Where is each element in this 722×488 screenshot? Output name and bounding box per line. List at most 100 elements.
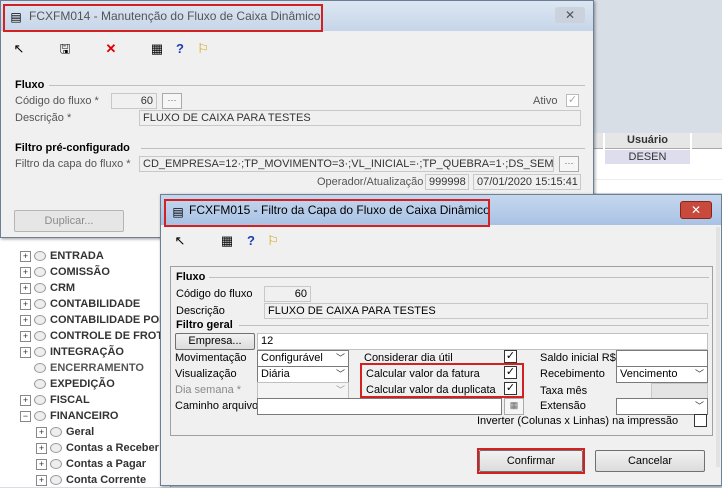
tree-item-label: Contas a Pagar	[66, 458, 147, 470]
tree-node-icon	[50, 443, 62, 454]
tree-item[interactable]: + Contas a Pagar	[36, 456, 146, 472]
taxa-label: Taxa mês	[540, 385, 588, 397]
descricao-label: Descrição	[176, 305, 225, 317]
tree-item[interactable]: + Geral	[36, 424, 94, 440]
expand-icon[interactable]: +	[20, 250, 31, 262]
collapse-icon[interactable]: −	[20, 410, 31, 422]
tree-node-icon	[34, 283, 46, 294]
recebimento-select[interactable]: Vencimento ﹀	[616, 366, 708, 383]
atualizacao-field[interactable]: 07/01/2020 15:15:41	[473, 174, 581, 190]
visualizacao-label: Visualização	[175, 368, 237, 380]
arrow-icon[interactable]: ↖	[172, 233, 188, 249]
inverter-label: Inverter (Colunas x Linhas) na impressão	[477, 415, 679, 427]
tree-item[interactable]: + Contas a Receber	[36, 440, 159, 456]
grid-header-usuario[interactable]: Usuário	[605, 133, 690, 149]
delete-icon[interactable]: ✕	[103, 41, 119, 57]
expand-icon[interactable]: +	[20, 314, 31, 326]
help-icon[interactable]: ?	[243, 233, 259, 249]
tree-node-icon	[50, 459, 62, 470]
visualizacao-select[interactable]: Diária ﹀	[257, 366, 349, 383]
duplicar-button[interactable]: Duplicar...	[14, 210, 124, 232]
tree-node-icon	[34, 331, 46, 342]
arrow-icon[interactable]: ↖	[11, 41, 27, 57]
help-icon[interactable]: ?	[172, 41, 188, 57]
ativo-checkbox[interactable]: ✓	[566, 94, 579, 107]
save-icon[interactable]: 🖫	[57, 41, 73, 57]
tree-node-icon	[50, 475, 62, 486]
tree-item[interactable]: + Conta Corrente	[36, 472, 146, 488]
expand-icon[interactable]: +	[20, 330, 31, 342]
movimentacao-select[interactable]: Configurável ﹀	[257, 350, 349, 367]
cancelar-button[interactable]: Cancelar	[595, 450, 705, 472]
tree-item[interactable]: + CONTABILIDADE	[20, 296, 140, 312]
tree-item[interactable]: EXPEDIÇÃO	[20, 376, 115, 392]
grid-cell-usuario[interactable]: DESEN	[605, 150, 690, 164]
expand-icon[interactable]: +	[20, 298, 31, 310]
caminho-field[interactable]	[257, 398, 502, 415]
tree-item[interactable]: + ENTRADA	[20, 248, 104, 264]
visualizacao-value: Diária	[261, 368, 290, 380]
tree-item[interactable]: + CONTABILIDADE POR	[20, 312, 167, 328]
extensao-select[interactable]: ﹀	[616, 398, 708, 415]
exit-icon[interactable]: ⚐	[195, 41, 211, 57]
filtro-lookup-button[interactable]: ⋯	[559, 156, 579, 172]
tree-item[interactable]: + FISCAL	[20, 392, 90, 408]
operador-field[interactable]: 999998	[425, 174, 469, 190]
taxa-field[interactable]	[651, 383, 708, 399]
tree-item[interactable]: + INTEGRAÇÃO	[20, 344, 124, 360]
inverter-checkbox[interactable]	[694, 414, 707, 427]
grid-header-extra	[692, 133, 722, 149]
lookup-button[interactable]: ⋯	[162, 93, 182, 109]
empresa-field[interactable]: 12	[257, 333, 708, 350]
tree-item[interactable]: − FINANCEIRO	[20, 408, 118, 424]
tree-item-label: CONTROLE DE FROTA	[50, 330, 171, 342]
codigo-label: Código do fluxo *	[15, 95, 99, 107]
background-grid: Usuário DESEN	[593, 133, 722, 195]
tree-item-label: EXPEDIÇÃO	[50, 378, 115, 390]
expand-icon[interactable]: +	[20, 282, 31, 294]
title-highlight	[164, 199, 490, 227]
movimentacao-label: Movimentação	[175, 352, 247, 364]
considerar-checkbox[interactable]: ✓	[504, 350, 517, 363]
dia-semana-label: Dia semana *	[175, 384, 242, 396]
descricao-field[interactable]: FLUXO DE CAIXA PARA TESTES	[139, 110, 581, 126]
tree-item[interactable]: + COMISSÃO	[20, 264, 110, 280]
fluxo-group-title: Fluxo	[15, 79, 45, 91]
expand-icon[interactable]: +	[36, 474, 47, 486]
operador-label: Operador/Atualização	[317, 176, 424, 188]
chevron-down-icon: ﹀	[335, 369, 345, 379]
codigo-field[interactable]: 60	[264, 286, 311, 302]
window-fcxfm015: ▤ FCXFM015 - Filtro da Capa do Fluxo de …	[160, 194, 722, 486]
divider	[49, 85, 585, 86]
expand-icon	[20, 363, 31, 374]
tree-item[interactable]: + CRM	[20, 280, 75, 296]
tree-item-label: ENTRADA	[50, 250, 104, 262]
expand-icon[interactable]: +	[20, 394, 31, 406]
expand-icon[interactable]: +	[36, 458, 47, 470]
empresa-button[interactable]: Empresa...	[175, 333, 255, 350]
saldo-field[interactable]	[616, 350, 708, 367]
dia-semana-select[interactable]: ﹀	[257, 382, 349, 399]
tree-item[interactable]: ENCERRAMENTO	[20, 360, 144, 376]
expand-icon[interactable]: +	[36, 442, 47, 454]
confirmar-highlight	[477, 448, 585, 474]
calculator-icon[interactable]: ▦	[219, 233, 235, 249]
expand-icon[interactable]: +	[36, 426, 47, 438]
scrollbar[interactable]	[716, 227, 720, 467]
exit-icon[interactable]: ⚐	[265, 233, 281, 249]
expand-icon[interactable]: +	[20, 346, 31, 358]
tree-item-label: ENCERRAMENTO	[50, 362, 144, 374]
tree-node-icon	[34, 299, 46, 310]
expand-icon[interactable]: +	[20, 266, 31, 278]
browse-file-icon[interactable]: ▦	[504, 398, 524, 415]
close-button[interactable]: ✕	[680, 201, 712, 219]
close-button[interactable]: ✕	[555, 7, 585, 23]
tree-item[interactable]: + CONTROLE DE FROTA	[20, 328, 170, 344]
filtro-group-title: Filtro geral	[176, 319, 233, 331]
calculator-icon[interactable]: ▦	[149, 41, 165, 57]
tree-item-label: Geral	[66, 426, 95, 438]
filtro-field[interactable]: CD_EMPRESA=12·;TP_MOVIMENTO=3·;VL_INICIA…	[139, 156, 554, 172]
codigo-field[interactable]: 60	[111, 93, 157, 109]
descricao-field[interactable]: FLUXO DE CAIXA PARA TESTES	[264, 303, 708, 319]
filtro-label: Filtro da capa do fluxo *	[15, 158, 131, 170]
